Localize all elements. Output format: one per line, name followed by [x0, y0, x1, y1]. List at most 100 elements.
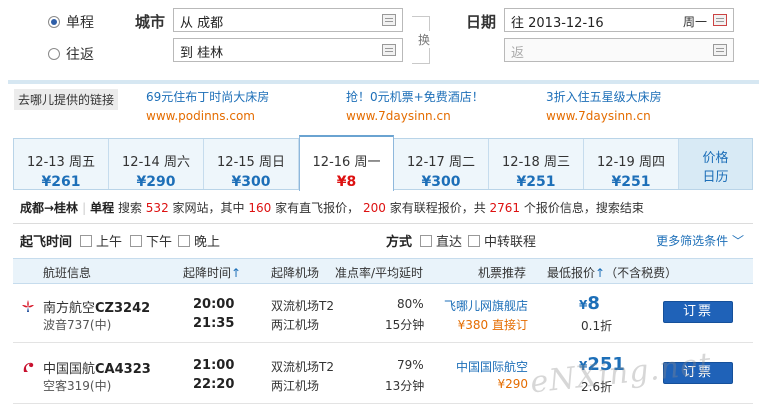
- ad-item[interactable]: 抢！0元机票+免费酒店！ www.7daysinn.cn: [346, 88, 484, 126]
- date-tab-price: ¥300: [231, 174, 271, 190]
- mode-direct-checkbox[interactable]: 直达: [420, 231, 462, 250]
- col-flight: 航班信息: [43, 266, 92, 280]
- results-header: 航班信息 起降时间↑ 起降机场 准点率/平均延时 机票推荐 最低报价↑（不含税费…: [13, 258, 753, 284]
- price-calendar-line2: 日历: [702, 170, 729, 185]
- divider: [8, 80, 759, 84]
- ad-item[interactable]: 69元住布丁时尚大床房 www.podinns.com: [146, 88, 269, 126]
- ads-label: 去哪儿提供的链接: [14, 89, 119, 110]
- checkbox-label: 上午: [96, 235, 123, 250]
- flight-number[interactable]: CZ3242: [95, 301, 150, 316]
- ad-title[interactable]: 69元住布丁时尚大床房: [146, 88, 269, 107]
- ad-item[interactable]: 3折入住五星级大床房 www.7daysinn.cn: [546, 88, 662, 126]
- total-count: 2761: [489, 201, 521, 215]
- date-tab-date: 12-13 周五: [27, 155, 95, 170]
- aircraft-type[interactable]: 空客319(中): [43, 377, 111, 394]
- col-times-sort[interactable]: 起降时间↑: [183, 264, 241, 281]
- date-tab[interactable]: 12-14 周六 ¥290: [109, 139, 204, 190]
- agent-price[interactable]: ¥380 直接订: [458, 316, 528, 333]
- depart-date-input[interactable]: 往 2013-12-16 周一: [504, 8, 734, 32]
- depart-time: 21:00: [193, 358, 235, 373]
- summary-text: 家有联程报价，共: [389, 201, 486, 215]
- city-picker-icon[interactable]: [382, 14, 396, 26]
- sort-arrow-icon: ↑: [231, 266, 242, 280]
- aircraft-type[interactable]: 波音737(中): [43, 316, 111, 333]
- mode-transfer-checkbox[interactable]: 中转联程: [468, 231, 536, 250]
- lowest-price: ¥8: [579, 293, 600, 314]
- date-tab[interactable]: 12-19 周四 ¥251: [584, 139, 679, 190]
- checkbox-icon[interactable]: [420, 234, 432, 247]
- arrive-airport: 两江机场: [271, 318, 320, 332]
- arrive-time: 21:35: [193, 316, 235, 331]
- ad-title[interactable]: 抢！0元机票+免费酒店！: [346, 88, 484, 107]
- date-tab[interactable]: 12-18 周三 ¥251: [489, 139, 584, 190]
- trip-oneway-option[interactable]: 单程: [48, 12, 94, 32]
- checkbox-icon[interactable]: [178, 234, 190, 247]
- price-calendar-tab[interactable]: 价格 日历: [679, 139, 752, 189]
- flight-number[interactable]: CA4323: [95, 362, 151, 377]
- date-tab-price: ¥251: [611, 174, 651, 190]
- date-tab-date: 12-18 周三: [502, 155, 570, 170]
- time-morning-checkbox[interactable]: 上午: [80, 231, 122, 250]
- ad-url[interactable]: www.podinns.com: [146, 107, 269, 126]
- date-tab-price: ¥300: [421, 174, 461, 190]
- return-date-input[interactable]: 返: [504, 38, 734, 62]
- trip-roundtrip-option[interactable]: 往返: [48, 44, 94, 64]
- time-evening-checkbox[interactable]: 晚上: [178, 231, 220, 250]
- ad-title[interactable]: 3折入住五星级大床房: [546, 88, 662, 107]
- date-tab-date: 12-15 周日: [217, 155, 285, 170]
- divider: |: [82, 201, 87, 215]
- air-china-logo-icon: [23, 362, 34, 372]
- date-tab[interactable]: 12-13 周五 ¥261: [14, 139, 109, 190]
- agent-link[interactable]: 飞哪儿网旗舰店: [444, 297, 528, 314]
- divider: [13, 223, 753, 224]
- arrive-time: 22:20: [193, 377, 235, 392]
- more-filters-link[interactable]: 更多筛选条件 ﹀: [656, 232, 744, 249]
- swap-cities-button[interactable]: 换: [412, 16, 431, 64]
- date-label: 日期: [466, 13, 497, 31]
- mode-filter-title: 方式: [386, 235, 413, 250]
- col-ontime: 准点率/平均延时: [335, 266, 424, 280]
- checkbox-icon[interactable]: [80, 234, 92, 247]
- roundtrip-radio[interactable]: [48, 48, 60, 60]
- calendar-icon[interactable]: [713, 44, 727, 56]
- ad-url[interactable]: www.7daysinn.cn: [546, 107, 662, 126]
- city-picker-icon[interactable]: [382, 44, 396, 56]
- agent-price[interactable]: ¥290: [497, 377, 528, 391]
- date-tabs: 12-13 周五 ¥261 12-14 周六 ¥290 12-15 周日 ¥30…: [13, 135, 753, 191]
- swap-label: 换: [418, 31, 431, 48]
- col-lowest-sort[interactable]: 最低报价↑（不含税费）: [547, 264, 677, 281]
- date-tab-active[interactable]: 12-16 周一 ¥8: [299, 135, 394, 191]
- from-city-input[interactable]: 从 成都: [173, 8, 403, 32]
- oneway-radio[interactable]: [48, 16, 60, 28]
- ad-url[interactable]: www.7daysinn.cn: [346, 107, 484, 126]
- summary-text: 搜索: [117, 201, 142, 215]
- date-tab-date: 12-17 周二: [407, 155, 475, 170]
- book-button[interactable]: 订票: [663, 301, 733, 323]
- date-tab[interactable]: 12-15 周日 ¥300: [204, 139, 299, 190]
- time-filter-title: 起飞时间: [20, 235, 73, 250]
- col-lowest-label: 最低报价: [547, 266, 596, 280]
- roundtrip-label: 往返: [66, 47, 94, 63]
- search-summary: 成都→桂林 | 单程 搜索 532 家网站，其中 160 家有直飞报价， 200 家…: [20, 199, 644, 216]
- tax-note: （不含税费）: [605, 266, 678, 280]
- summary-text: 家网站，其中: [172, 201, 245, 215]
- agent-link[interactable]: 中国国际航空: [456, 358, 528, 375]
- airline-name: 南方航空: [43, 301, 96, 316]
- date-tab-price: ¥261: [41, 174, 81, 190]
- checkbox-label: 直达: [436, 235, 463, 250]
- direct-count: 160: [248, 201, 272, 215]
- checkbox-icon[interactable]: [130, 234, 142, 247]
- summary-text: 家有直飞报价，: [275, 201, 360, 215]
- calendar-icon[interactable]: [713, 14, 727, 26]
- airline: 南方航空CZ3242: [43, 297, 150, 316]
- sites-count: 532: [145, 201, 169, 215]
- date-tab-date: 12-16 周一: [312, 155, 381, 170]
- to-city-input[interactable]: 到 桂林: [173, 38, 403, 62]
- checkbox-icon[interactable]: [468, 234, 480, 247]
- route-text: 成都→桂林: [20, 201, 79, 215]
- ontime-rate: 79%: [397, 358, 424, 372]
- avg-delay: 13分钟: [385, 379, 425, 393]
- china-southern-logo-icon: [22, 300, 34, 312]
- time-afternoon-checkbox[interactable]: 下午: [130, 231, 172, 250]
- date-tab[interactable]: 12-17 周二 ¥300: [394, 139, 489, 190]
